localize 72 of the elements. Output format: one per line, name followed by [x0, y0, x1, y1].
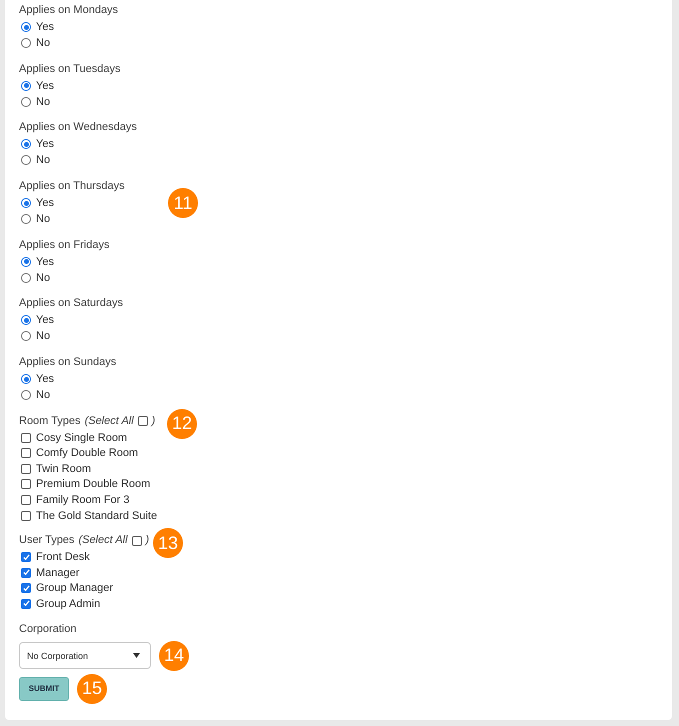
select-all-label: (Select All [78, 533, 128, 548]
field-label: Applies on Sundays [19, 355, 116, 370]
field-label: Applies on Wednesdays [19, 120, 137, 136]
caret-icon [133, 653, 140, 658]
select-all-label: ) [152, 414, 156, 429]
radio-button[interactable] [21, 272, 31, 283]
option-label: No [36, 330, 50, 342]
field-label: Applies on Mondays [19, 3, 118, 18]
step-badge: 12 [167, 408, 197, 439]
field-label: Applies on Thursdays [19, 179, 125, 194]
step-badge: 13 [153, 528, 183, 558]
radio-button[interactable] [21, 80, 31, 91]
submit-button[interactable]: SUBMIT [19, 676, 69, 701]
checkbox[interactable] [21, 464, 31, 474]
option-label: No [36, 272, 50, 284]
option-label: Yes [36, 197, 54, 210]
option-label: Yes [36, 21, 54, 33]
field-label: Applies on Tuesdays [19, 62, 121, 77]
option-label: No [36, 37, 50, 49]
step-badge: 11 [168, 188, 198, 218]
checkbox[interactable] [21, 432, 31, 443]
option-label: Yes [36, 80, 54, 92]
option-label: Yes [36, 138, 54, 150]
radio-button[interactable] [21, 374, 31, 384]
option-label: Yes [36, 373, 54, 386]
radio-button[interactable] [21, 315, 31, 326]
radio-button[interactable] [21, 390, 31, 400]
checkbox[interactable] [21, 510, 31, 521]
option-label: Yes [36, 314, 54, 326]
field-label: Applies on Saturdays [19, 296, 123, 312]
field-label: Room Types [19, 414, 81, 429]
radio-button[interactable] [21, 155, 31, 166]
option-label: Twin Room [36, 462, 92, 475]
option-label: Family Room For 3 [36, 494, 130, 506]
checkbox[interactable] [21, 583, 31, 594]
option-label: Manager [36, 566, 80, 579]
radio-button[interactable] [21, 139, 31, 150]
option-label: Premium Double Room [36, 478, 150, 490]
select-all-label: (Select All [84, 414, 134, 429]
checkbox[interactable] [21, 568, 31, 578]
option-label: No [36, 96, 50, 108]
option-label: Comfy Double Room [36, 447, 138, 460]
radio-button[interactable] [21, 38, 31, 48]
select-all-label: ) [146, 533, 150, 548]
radio-button[interactable] [21, 331, 31, 342]
step-badge: 15 [77, 674, 107, 704]
option-label: Cosy Single Room [36, 432, 128, 444]
field-label: User Types [19, 533, 74, 548]
checkbox[interactable] [21, 598, 31, 609]
option-label: No [36, 154, 50, 166]
radio-button[interactable] [21, 214, 31, 224]
corporation-select[interactable]: No Corporation [19, 642, 151, 670]
option-label: Yes [36, 256, 54, 268]
checkbox[interactable] [21, 479, 31, 490]
checkbox[interactable] [21, 448, 31, 458]
option-label: No [36, 389, 50, 402]
checkbox[interactable] [138, 416, 148, 426]
option-label: Group Admin [36, 598, 100, 610]
checkbox[interactable] [21, 552, 31, 562]
field-label: Corporation [19, 622, 76, 637]
radio-button[interactable] [21, 22, 31, 32]
field-label: Applies on Fridays [19, 238, 110, 253]
radio-button[interactable] [21, 256, 31, 267]
option-label: No [36, 213, 50, 226]
radio-button[interactable] [21, 198, 31, 208]
option-label: The Gold Standard Suite [36, 510, 158, 522]
checkbox[interactable] [132, 536, 142, 546]
checkbox[interactable] [21, 494, 31, 505]
radio-button[interactable] [21, 96, 31, 107]
option-label: Front Desk [36, 551, 90, 564]
option-label: Group Manager [36, 582, 114, 594]
step-badge: 14 [159, 640, 189, 671]
